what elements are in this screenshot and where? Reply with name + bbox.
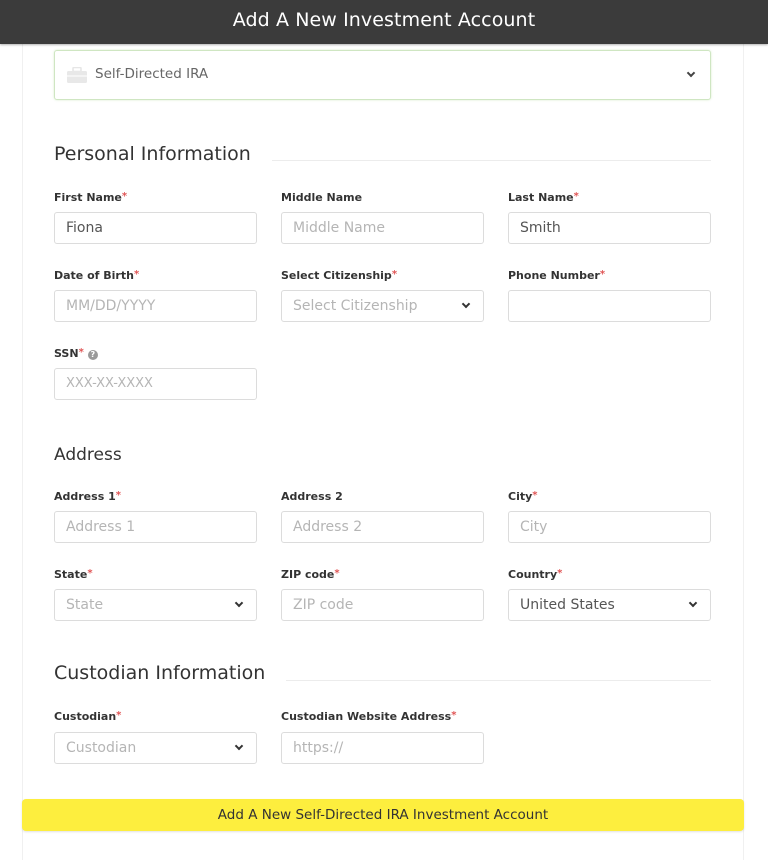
custodian-label: Custodian* [54, 710, 122, 723]
ssn-label: SSN*? [54, 347, 98, 360]
help-icon[interactable]: ? [87, 350, 98, 360]
custodian-website-label: Custodian Website Address* [281, 710, 457, 723]
citizenship-select[interactable]: Select Citizenship [281, 290, 484, 322]
first-name-input[interactable]: Fiona [54, 212, 257, 244]
citizenship-label: Select Citizenship* [281, 269, 398, 282]
chevron-down-icon [234, 741, 244, 751]
chevron-down-icon [686, 68, 696, 78]
section-divider [272, 160, 711, 161]
phone-label: Phone Number* [508, 269, 606, 282]
chevron-down-icon [688, 598, 698, 608]
dob-input[interactable]: MM/DD/YYYY [54, 290, 257, 322]
country-select[interactable]: United States [508, 589, 711, 621]
state-label: State* [54, 568, 93, 581]
submit-button[interactable]: Add A New Self-Directed IRA Investment A… [22, 799, 744, 831]
briefcase-icon [67, 67, 87, 83]
middle-name-input[interactable]: Middle Name [281, 212, 484, 244]
address2-input[interactable]: Address 2 [281, 511, 484, 543]
citizenship-select-value: Select Citizenship [293, 298, 418, 314]
address1-label: Address 1* [54, 490, 121, 503]
dob-label: Date of Birth* [54, 269, 140, 282]
personal-info-heading: Personal Information [54, 143, 251, 165]
city-label: City* [508, 490, 538, 503]
account-type-value: Self-Directed IRA [95, 66, 209, 82]
zip-input[interactable]: ZIP code [281, 589, 484, 621]
zip-label: ZIP code* [281, 568, 340, 581]
last-name-label: Last Name* [508, 191, 579, 204]
address-heading: Address [54, 445, 122, 465]
middle-name-label: Middle Name [281, 191, 363, 204]
phone-input[interactable] [508, 290, 711, 322]
page-title: Add A New Investment Account [232, 9, 536, 31]
custodian-website-input[interactable]: https:// [281, 732, 484, 764]
custodian-select[interactable]: Custodian [54, 732, 257, 764]
last-name-input[interactable]: Smith [508, 212, 711, 244]
chevron-down-icon [234, 598, 244, 608]
address2-label: Address 2 [281, 490, 343, 503]
address1-input[interactable]: Address 1 [54, 511, 257, 543]
city-input[interactable]: City [508, 511, 711, 543]
country-label: Country* [508, 568, 563, 581]
state-select-value: State [66, 597, 104, 613]
state-select[interactable]: State [54, 589, 257, 621]
custodian-info-heading: Custodian Information [54, 662, 266, 684]
chevron-down-icon [461, 299, 471, 309]
first-name-label: First Name* [54, 191, 128, 204]
page-header: Add A New Investment Account [0, 0, 768, 44]
country-select-value: United States [520, 597, 615, 613]
section-divider [286, 680, 711, 681]
account-type-select[interactable]: Self-Directed IRA [54, 50, 711, 100]
ssn-input[interactable]: XXX-XX-XXXX [54, 368, 257, 400]
custodian-select-value: Custodian [66, 740, 137, 756]
